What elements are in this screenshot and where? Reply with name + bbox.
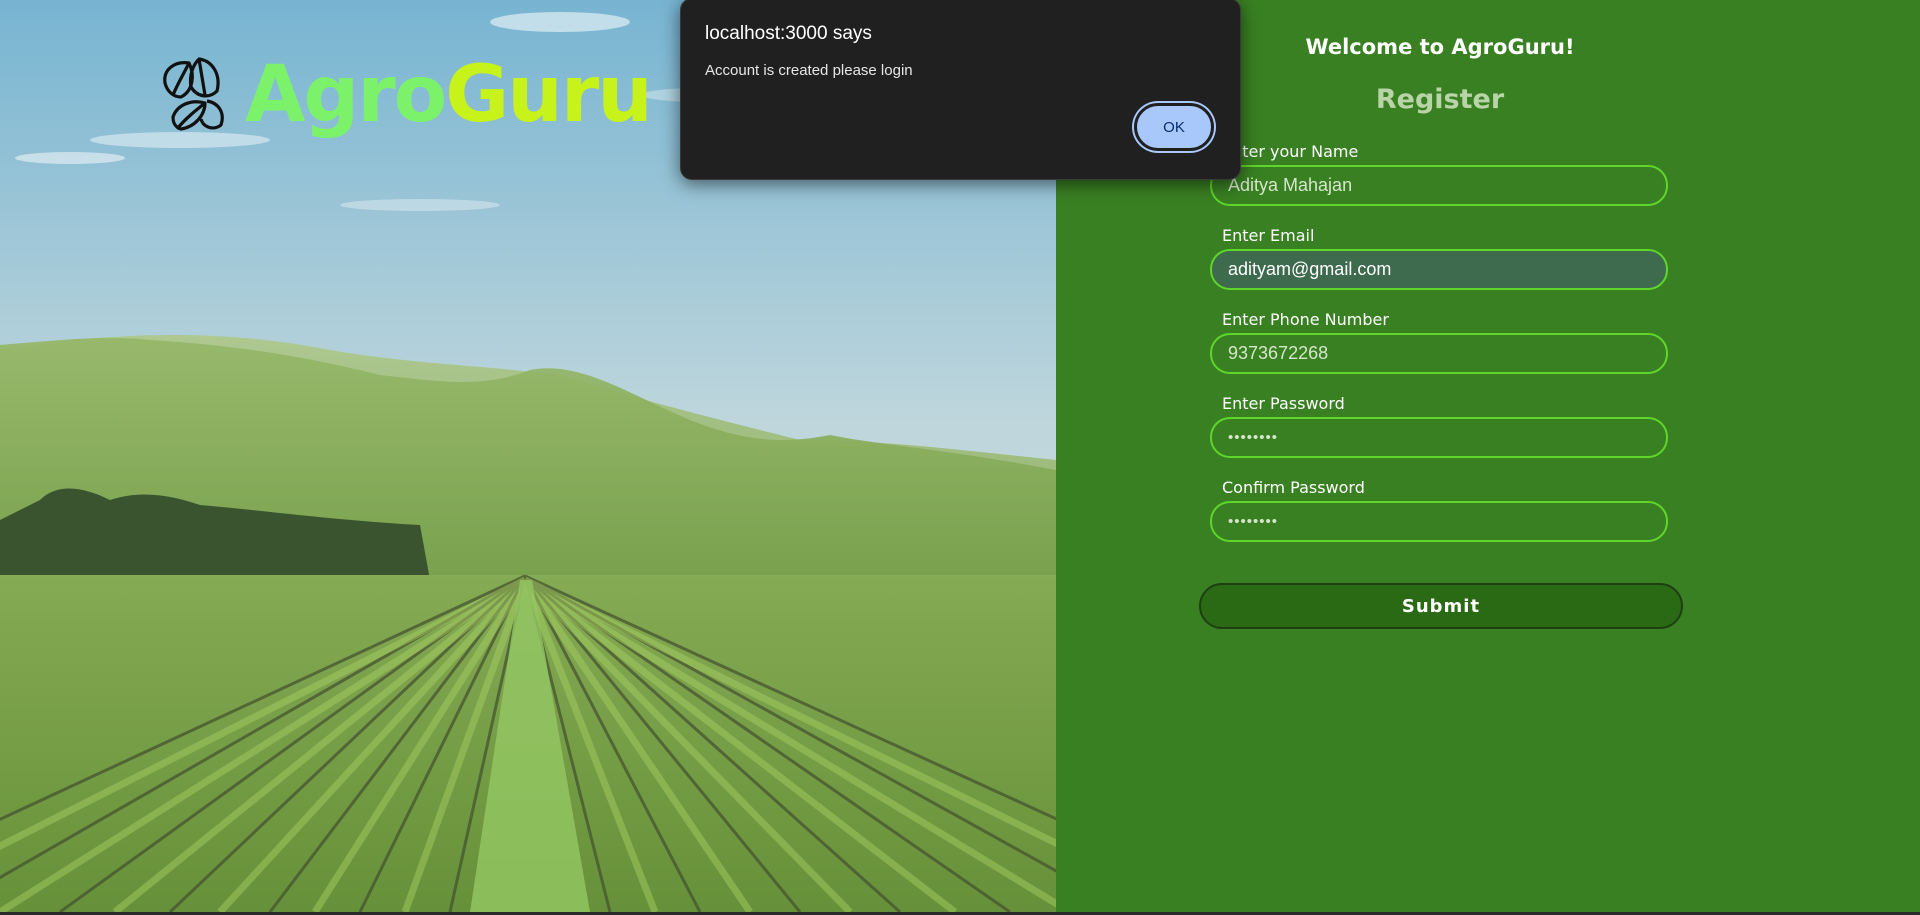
email-input[interactable]	[1210, 249, 1668, 290]
name-input[interactable]	[1210, 165, 1668, 206]
phone-label: Enter Phone Number	[1222, 310, 1389, 329]
submit-button[interactable]: Submit	[1199, 583, 1683, 629]
confirm-password-input[interactable]	[1210, 501, 1668, 542]
name-label: Enter your Name	[1222, 142, 1359, 161]
confirm-password-label: Confirm Password	[1222, 478, 1365, 497]
alert-ok-button[interactable]: OK	[1134, 103, 1214, 151]
brand-name-agro: Agro	[245, 50, 447, 140]
password-input[interactable]	[1210, 417, 1668, 458]
phone-input[interactable]	[1210, 333, 1668, 374]
register-page: Agro Guru Welcome to AgroGuru! Register …	[0, 0, 1920, 912]
alert-dialog: localhost:3000 says Account is created p…	[680, 0, 1241, 180]
brand-logo: Agro Guru	[155, 50, 653, 140]
alert-message: Account is created please login	[705, 62, 913, 79]
alert-title: localhost:3000 says	[705, 23, 872, 44]
email-label: Enter Email	[1222, 226, 1315, 245]
password-label: Enter Password	[1222, 394, 1345, 413]
leaf-icon	[163, 57, 224, 131]
brand-name-guru: Guru	[445, 50, 653, 140]
